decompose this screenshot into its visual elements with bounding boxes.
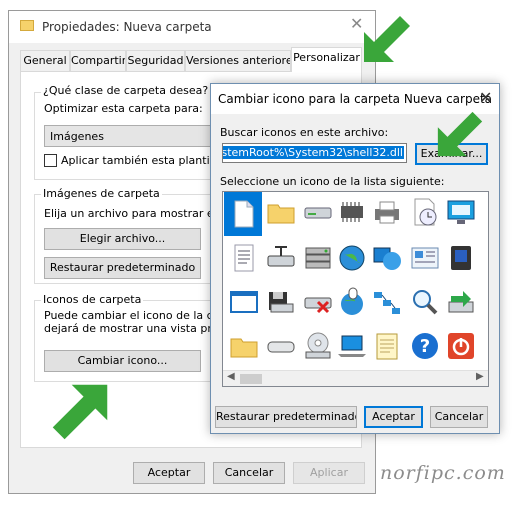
dialog-title: Cambiar icono para la carpeta Nueva carp… <box>218 92 493 106</box>
folder-icons-text-2: dejará de mostrar una vista previa de su… <box>44 322 212 335</box>
path-input[interactable]: %SystemRoot%\System32\shell32.dll <box>222 143 407 163</box>
arrow-bottom-left-icon <box>52 384 108 440</box>
select-label: Seleccione un icono de la lista siguient… <box>220 175 445 188</box>
monitor-window-icon[interactable] <box>445 196 477 228</box>
scroll-thumb[interactable] <box>240 374 262 384</box>
properties-cancel-button[interactable]: Cancelar <box>213 462 285 484</box>
power-icon[interactable] <box>445 330 477 362</box>
network-drive-x-icon[interactable] <box>302 286 334 318</box>
window-icon[interactable] <box>228 286 260 318</box>
drive-icon[interactable] <box>302 196 334 228</box>
dialog-cancel-button[interactable]: Cancelar <box>430 406 488 428</box>
svg-text:?: ? <box>420 336 430 357</box>
network-nodes-icon[interactable] <box>371 286 403 318</box>
folder-icons-heading: Iconos de carpeta <box>41 293 144 306</box>
tab-general[interactable]: General <box>20 50 70 71</box>
icon-grid: ? <box>223 192 488 372</box>
properties-apply-button[interactable]: Aplicar <box>293 462 365 484</box>
blank-file-icon[interactable] <box>224 192 262 236</box>
printer-icon[interactable] <box>371 196 403 228</box>
arrow-top-right-icon <box>364 16 410 62</box>
properties-ok-button[interactable]: Aceptar <box>133 462 205 484</box>
network-globe-icon[interactable] <box>371 242 403 274</box>
apply-checkbox[interactable] <box>44 154 57 167</box>
change-icon-button[interactable]: Cambiar icono... <box>44 350 201 372</box>
properties-title: Propiedades: Nueva carpeta <box>42 20 212 34</box>
green-arrow-icon[interactable] <box>445 286 477 318</box>
optimize-label: Optimizar esta carpeta para: <box>44 102 203 115</box>
tab-personalizar[interactable]: Personalizar <box>291 47 362 72</box>
folder-icon[interactable] <box>265 196 297 228</box>
watermark: norfipc.com <box>380 462 506 484</box>
dialog-ok-button[interactable]: Aceptar <box>364 406 423 428</box>
floppy-drive-icon[interactable] <box>265 286 297 318</box>
folder-icon <box>20 20 34 31</box>
text-file-icon[interactable] <box>228 242 260 274</box>
icon-list[interactable]: ? ◀ ▶ <box>222 191 489 387</box>
clock-file-icon[interactable] <box>409 196 441 228</box>
desktop-pc-icon[interactable] <box>445 242 477 274</box>
laptop-icon[interactable] <box>336 330 368 362</box>
control-panel-icon[interactable] <box>409 242 441 274</box>
arrow-dialog-icon <box>437 111 483 157</box>
folder-type-heading: ¿Qué clase de carpeta desea? <box>41 84 211 97</box>
folder-icons-text-1: Puede cambiar el icono de la carpeta <box>44 309 212 322</box>
notepad-icon[interactable] <box>371 330 403 362</box>
magnifier-icon[interactable] <box>409 286 441 318</box>
help-icon[interactable]: ? <box>409 330 441 362</box>
search-label: Buscar iconos en este archivo: <box>220 126 389 139</box>
restore-default-button[interactable]: Restaurar predeterminado <box>44 257 201 279</box>
cd-drive-icon[interactable] <box>302 330 334 362</box>
chip-icon[interactable] <box>336 196 368 228</box>
scroll-right-icon[interactable]: ▶ <box>476 371 484 382</box>
folder-open-icon[interactable] <box>228 330 260 362</box>
globe-icon[interactable] <box>336 242 368 274</box>
optimize-select[interactable]: Imágenes <box>44 125 214 147</box>
tab-seguridad[interactable]: Seguridad <box>126 50 185 71</box>
tab-compartir[interactable]: Compartir <box>70 50 126 71</box>
removable-drive-icon[interactable] <box>265 330 297 362</box>
globe-mouse-icon[interactable] <box>336 286 368 318</box>
server-icon[interactable] <box>302 242 334 274</box>
apply-checkbox-label: Aplicar también esta plantilla a todas <box>61 154 211 167</box>
scroll-left-icon[interactable]: ◀ <box>227 371 235 382</box>
tab-versiones[interactable]: Versiones anteriores <box>185 50 291 71</box>
network-drive-icon[interactable] <box>265 242 297 274</box>
horizontal-scrollbar[interactable]: ◀ ▶ <box>223 370 488 386</box>
dialog-close-icon[interactable]: ✕ <box>479 88 492 107</box>
folder-images-heading: Imágenes de carpeta <box>41 187 162 200</box>
optimize-value: Imágenes <box>50 130 104 143</box>
path-value: %SystemRoot%\System32\shell32.dll <box>223 146 404 159</box>
folder-images-text: Elija un archivo para mostrar en esta ca… <box>44 207 212 220</box>
restore-defaults-button[interactable]: Restaurar predeterminados <box>215 406 357 428</box>
choose-file-button[interactable]: Elegir archivo... <box>44 228 201 250</box>
